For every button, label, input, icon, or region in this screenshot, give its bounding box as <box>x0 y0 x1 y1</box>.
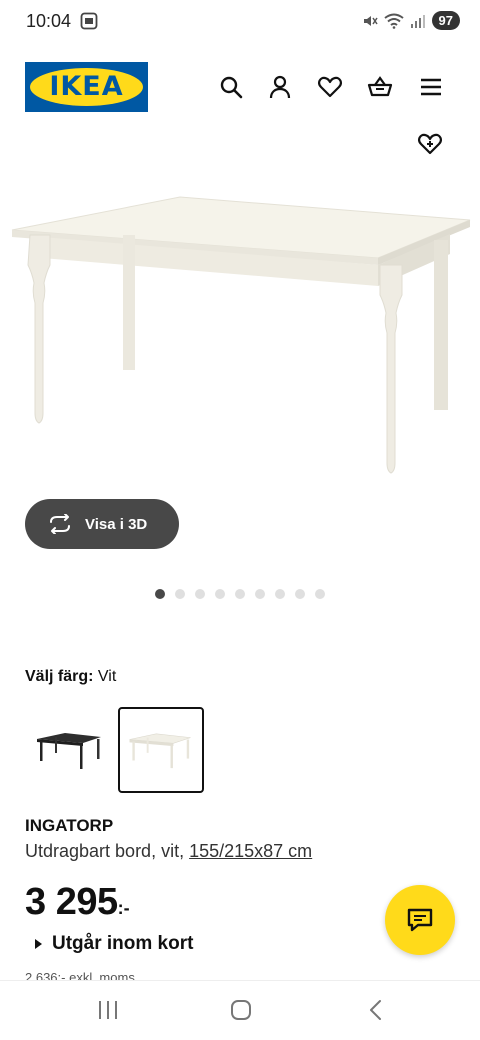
home-icon[interactable] <box>229 999 253 1021</box>
status-bar: 10:04 97 <box>0 0 480 44</box>
gallery-dot[interactable] <box>315 589 325 599</box>
product-name: INGATORP <box>25 816 114 835</box>
logo-text: IKEA <box>49 71 124 102</box>
view-in-3d-label: Visa i 3D <box>85 515 148 533</box>
gallery-dot[interactable] <box>155 589 165 599</box>
ikea-logo[interactable]: IKEA <box>25 62 148 112</box>
color-swatch-black[interactable] <box>25 707 111 793</box>
price-excl-vat: 2 636:- exkl. moms <box>25 970 135 980</box>
chat-button[interactable] <box>385 885 455 955</box>
recent-apps-icon[interactable] <box>96 999 120 1021</box>
color-swatch-white[interactable] <box>118 707 204 793</box>
availability-toggle[interactable]: Utgår inom kort <box>35 933 193 955</box>
gallery-dot[interactable] <box>255 589 265 599</box>
color-picker-selected: Vit <box>97 668 117 685</box>
gallery-dot[interactable] <box>195 589 205 599</box>
price-amount: 3 295 <box>25 881 118 923</box>
color-picker-title: Välj färg: <box>25 668 94 685</box>
product-price: 3 295:- <box>25 881 130 924</box>
status-time: 10:04 <box>26 11 72 31</box>
availability-label: Utgår inom kort <box>52 933 194 954</box>
gallery-dot[interactable] <box>295 589 305 599</box>
view-in-3d-button[interactable]: Visa i 3D <box>25 499 179 549</box>
account-icon[interactable] <box>267 74 293 100</box>
gallery-pagination <box>155 589 325 599</box>
gallery-dot[interactable] <box>275 589 285 599</box>
product-favorite-icon[interactable] <box>417 132 443 156</box>
product-type: Utdragbart bord, vit, <box>25 841 185 861</box>
favorites-icon[interactable] <box>317 74 343 100</box>
search-icon[interactable] <box>218 74 244 100</box>
system-nav-bar <box>0 980 480 1040</box>
back-icon[interactable] <box>366 999 386 1021</box>
signal-icon <box>410 14 425 28</box>
gallery-dot[interactable] <box>175 589 185 599</box>
battery-badge: 97 <box>431 11 460 30</box>
chat-icon <box>407 908 433 932</box>
wifi-icon <box>383 13 404 29</box>
mute-icon <box>363 15 378 26</box>
status-indicators: 97 <box>362 11 460 30</box>
gallery-dot[interactable] <box>235 589 245 599</box>
screenshot-icon <box>80 12 98 30</box>
expand-triangle-icon <box>35 939 42 949</box>
price-suffix: :- <box>117 898 130 918</box>
site-header: IKEA <box>0 44 480 134</box>
color-picker-label: Välj färg: Vit <box>25 668 116 686</box>
menu-icon[interactable] <box>418 74 444 100</box>
product-image[interactable] <box>0 180 480 500</box>
product-size-link[interactable]: 155/215x87 cm <box>189 841 312 861</box>
rotate-3d-icon <box>50 514 70 534</box>
gallery-dot[interactable] <box>215 589 225 599</box>
product-description: Utdragbart bord, vit, 155/215x87 cm <box>25 841 312 862</box>
cart-icon[interactable] <box>367 74 393 100</box>
